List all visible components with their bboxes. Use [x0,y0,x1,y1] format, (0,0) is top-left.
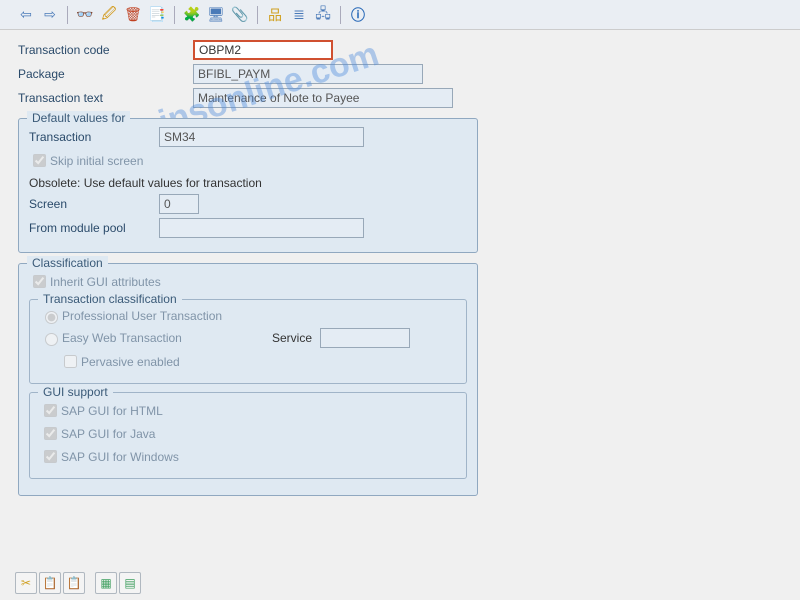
module-input [159,218,364,238]
info-icon[interactable]: ⓘ [347,4,369,26]
skip-checkbox [33,154,46,167]
glasses-icon[interactable]: 👓 [74,4,96,26]
gui-win-checkbox [44,450,57,463]
separator [340,6,341,24]
skip-label: Skip initial screen [50,154,143,168]
classification-title: Classification [27,256,108,270]
prof-radio [45,311,58,324]
cut-icon[interactable]: ✂ [15,572,37,594]
gui-title: GUI support [38,385,113,399]
separator [257,6,258,24]
copy2-icon[interactable]: 📋 [39,572,61,594]
test-icon[interactable]: 🧩 [181,4,203,26]
tcode-input[interactable] [193,40,333,60]
attach-icon[interactable]: 📎 [229,4,251,26]
easy-label: Easy Web Transaction [62,331,272,345]
ttext-label: Transaction text [18,91,193,105]
inherit-label: Inherit GUI attributes [50,275,161,289]
gui-java-checkbox [44,427,57,440]
bottom-toolbar: ✂ 📋 📋 ▦ ▤ [15,572,141,594]
network-icon[interactable]: 🖧 [312,4,334,26]
transaction-input [159,127,364,147]
gui-html-label: SAP GUI for HTML [61,404,163,418]
edit-icon[interactable]: 🖉 [98,4,120,26]
list-icon[interactable]: ≣ [288,4,310,26]
back-icon[interactable]: ⇦ [15,4,37,26]
obsolete-text: Obsolete: Use default values for transac… [29,176,262,190]
trans-class-title: Transaction classification [38,292,182,306]
ttext-input [193,88,453,108]
defaults-group: Default values for Transaction Skip init… [18,118,478,253]
separator [174,6,175,24]
prof-label: Professional User Transaction [62,309,222,323]
where-used-icon[interactable]: 🖥 [205,4,227,26]
paste-icon[interactable]: 📋 [63,572,85,594]
easy-radio [45,333,58,346]
separator [67,6,68,24]
content-area: Transaction code Package Transaction tex… [0,30,800,514]
defaults-title: Default values for [27,111,130,125]
hierarchy-icon[interactable]: 品 [264,4,286,26]
module-label: From module pool [29,221,159,235]
classification-group: Classification Inherit GUI attributes Tr… [18,263,478,496]
trans-class-group: Transaction classification Professional … [29,299,467,384]
tcode-label: Transaction code [18,43,193,57]
screen-label: Screen [29,197,159,211]
gui-support-group: GUI support SAP GUI for HTML SAP GUI for… [29,392,467,479]
copy-icon[interactable]: 📑 [146,4,168,26]
app-toolbar: ⇦ ⇨ 👓 🖉 🗑 📑 🧩 🖥 📎 品 ≣ 🖧 ⓘ [0,0,800,30]
service-input [320,328,410,348]
delete-icon[interactable]: 🗑 [122,4,144,26]
gui-win-label: SAP GUI for Windows [61,450,179,464]
transaction-label: Transaction [29,130,159,144]
inherit-checkbox [33,275,46,288]
gui-java-label: SAP GUI for Java [61,427,155,441]
pervasive-label: Pervasive enabled [81,355,180,369]
layout1-icon[interactable]: ▦ [95,572,117,594]
gui-html-checkbox [44,404,57,417]
forward-icon[interactable]: ⇨ [39,4,61,26]
pervasive-checkbox [64,355,77,368]
screen-input [159,194,199,214]
service-label: Service [272,331,312,345]
package-input [193,64,423,84]
spacer [87,572,93,594]
layout2-icon[interactable]: ▤ [119,572,141,594]
package-label: Package [18,67,193,81]
